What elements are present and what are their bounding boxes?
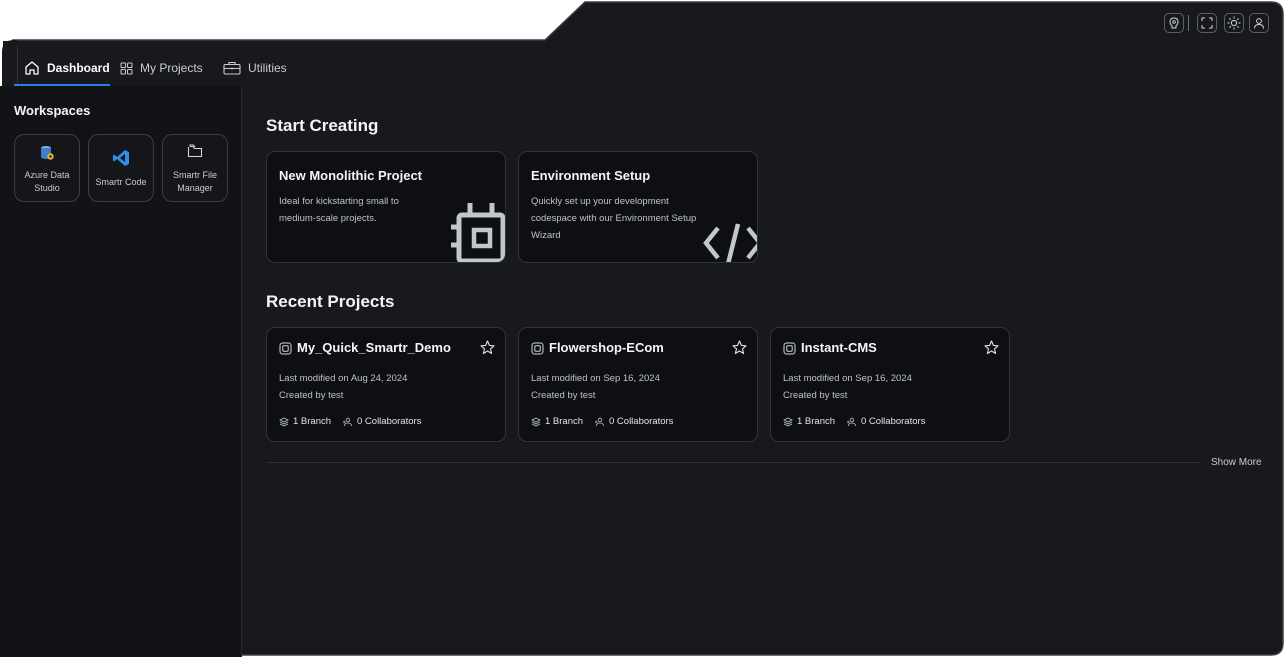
user-button[interactable] <box>1249 13 1269 33</box>
environment-setup-card[interactable]: Environment Setup Quickly set up your de… <box>518 151 758 263</box>
new-monolithic-project-card[interactable]: New Monolithic Project Ideal for kicksta… <box>266 151 506 263</box>
workspaces-title: Workspaces <box>14 103 91 118</box>
project-branches: 1 Branch <box>279 416 331 427</box>
home-icon <box>25 61 39 75</box>
branch-count: 1 Branch <box>797 416 836 427</box>
workspace-tile-label: Azure Data Studio <box>24 170 70 193</box>
vscode-icon <box>113 150 129 166</box>
project-last-modified: Last modified on Sep 16, 2024 <box>531 373 660 384</box>
tab-my-projects[interactable]: My Projects <box>120 58 203 78</box>
grid-icon <box>120 62 133 74</box>
collaborator-count: 0 Collaborators <box>861 416 926 427</box>
project-card[interactable]: My_Quick_Smartr_Demo Last modified on Au… <box>266 327 506 442</box>
project-name: My_Quick_Smartr_Demo <box>297 340 451 355</box>
tab-utilities[interactable]: Utilities <box>223 58 287 78</box>
assistant-icon <box>1169 17 1179 29</box>
project-last-modified: Last modified on Sep 16, 2024 <box>783 373 912 384</box>
project-card[interactable]: Instant-CMS Last modified on Sep 16, 202… <box>770 327 1010 442</box>
layers-icon <box>783 417 793 426</box>
fullscreen-icon <box>1201 17 1213 29</box>
project-collaborators: 0 Collaborators <box>846 416 925 427</box>
brightness-icon <box>1227 16 1241 30</box>
chip-icon <box>451 203 505 262</box>
collaborator-count: 0 Collaborators <box>609 416 674 427</box>
code-icon <box>703 223 757 262</box>
project-name: Instant-CMS <box>801 340 877 355</box>
recent-projects-title: Recent Projects <box>266 292 395 311</box>
project-icon <box>783 342 796 355</box>
tab-utilities-label: Utilities <box>248 61 287 75</box>
project-icon <box>531 342 544 355</box>
folder-icon <box>187 144 203 158</box>
divider <box>266 462 1200 463</box>
card-description: Ideal for kickstarting small to medium-s… <box>279 196 399 224</box>
branch-count: 1 Branch <box>293 416 332 427</box>
collaborators-icon <box>595 417 604 426</box>
project-card[interactable]: Flowershop-ECom Last modified on Sep 16,… <box>518 327 758 442</box>
tab-dashboard[interactable]: Dashboard <box>24 58 110 78</box>
collaborators-icon <box>343 417 352 426</box>
project-branches: 1 Branch <box>531 416 583 427</box>
layers-icon <box>279 417 289 426</box>
workspace-tile-smartr-file-manager[interactable]: Smartr File Manager <box>162 134 228 202</box>
branch-count: 1 Branch <box>545 416 584 427</box>
project-created-by: Created by test <box>279 390 344 401</box>
assistant-button[interactable] <box>1164 13 1184 33</box>
collaborator-count: 0 Collaborators <box>357 416 422 427</box>
card-description: Quickly set up your development codespac… <box>531 196 697 241</box>
project-branches: 1 Branch <box>783 416 835 427</box>
azure-data-studio-icon <box>41 146 54 160</box>
show-more-link[interactable]: Show More <box>1211 457 1262 468</box>
theme-toggle-button[interactable] <box>1224 13 1244 33</box>
card-title: Environment Setup <box>531 168 651 183</box>
tab-dashboard-label: Dashboard <box>47 61 110 75</box>
card-title: New Monolithic Project <box>279 168 423 183</box>
star-icon[interactable] <box>732 340 747 355</box>
active-tab-indicator <box>14 84 110 86</box>
project-name: Flowershop-ECom <box>549 340 664 355</box>
project-icon <box>279 342 292 355</box>
project-collaborators: 0 Collaborators <box>342 416 421 427</box>
workspace-tile-label: Smartr Code <box>95 177 147 187</box>
toolbar-separator <box>1188 15 1189 31</box>
layers-icon <box>531 417 541 426</box>
fullscreen-button[interactable] <box>1197 13 1217 33</box>
project-collaborators: 0 Collaborators <box>594 416 673 427</box>
briefcase-icon <box>223 61 241 75</box>
tab-my-projects-label: My Projects <box>140 61 203 75</box>
start-creating-title: Start Creating <box>266 116 379 135</box>
workspace-tile-azure-data-studio[interactable]: Azure Data Studio <box>14 134 80 202</box>
user-icon <box>1254 18 1264 29</box>
star-icon[interactable] <box>984 340 999 355</box>
workspace-tile-label: Smartr File Manager <box>172 170 217 193</box>
collaborators-icon <box>847 417 856 426</box>
star-icon[interactable] <box>480 340 495 355</box>
project-last-modified: Last modified on Aug 24, 2024 <box>279 373 408 384</box>
project-created-by: Created by test <box>783 390 848 401</box>
project-created-by: Created by test <box>531 390 596 401</box>
workspace-tile-smartr-code[interactable]: Smartr Code <box>88 134 154 202</box>
